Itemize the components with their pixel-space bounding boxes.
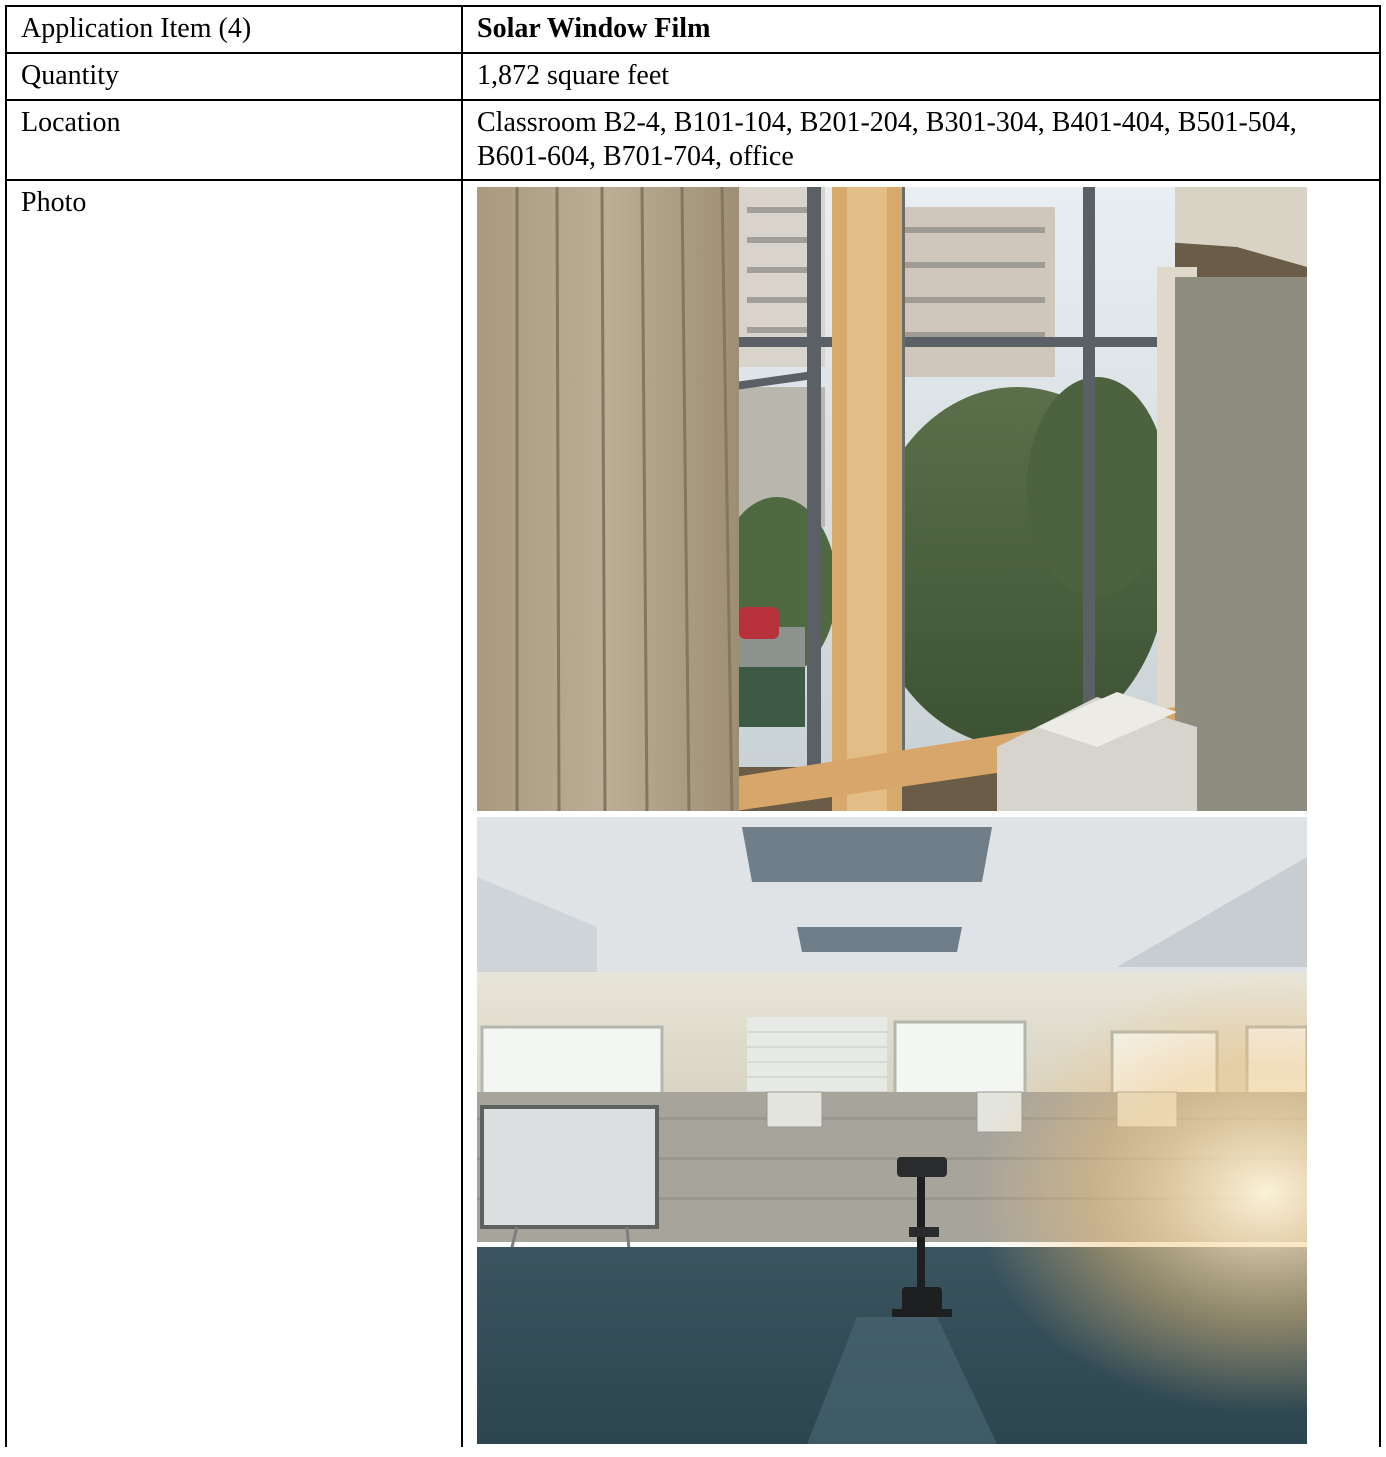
value-cell: Classroom B2-4, B101-104, B201-204, B301… (461, 99, 1381, 181)
activity-room-photo (477, 817, 1307, 1444)
label-cell: Quantity (5, 52, 463, 101)
table-row: Quantity 1,872 square feet (5, 52, 1381, 101)
label-cell: Photo (5, 179, 463, 1447)
label-cell: Application Item (4) (5, 5, 463, 54)
row-label-quantity: Quantity (21, 60, 119, 91)
activity-room-image (477, 817, 1307, 1444)
value-cell: 1,872 square feet (461, 52, 1381, 101)
row-value-application-item: Solar Window Film (477, 13, 711, 44)
row-value-location: Classroom B2-4, B101-104, B201-204, B301… (477, 107, 1297, 172)
row-label-application-item: Application Item (4) (21, 13, 252, 44)
row-label-photo: Photo (21, 187, 87, 218)
label-cell: Location (5, 99, 463, 181)
row-value-quantity: 1,872 square feet (477, 60, 670, 91)
table-row: Location Classroom B2-4, B101-104, B201-… (5, 99, 1381, 181)
row-label-location: Location (21, 107, 121, 138)
classroom-window-image (477, 187, 1307, 811)
table-row: Photo (5, 179, 1381, 1447)
photo-cell (461, 179, 1381, 1447)
classroom-window-photo (477, 187, 1307, 811)
application-item-table: Application Item (4) Solar Window Film Q… (5, 5, 1381, 1447)
value-cell: Solar Window Film (461, 5, 1381, 54)
table-row: Application Item (4) Solar Window Film (5, 5, 1381, 54)
